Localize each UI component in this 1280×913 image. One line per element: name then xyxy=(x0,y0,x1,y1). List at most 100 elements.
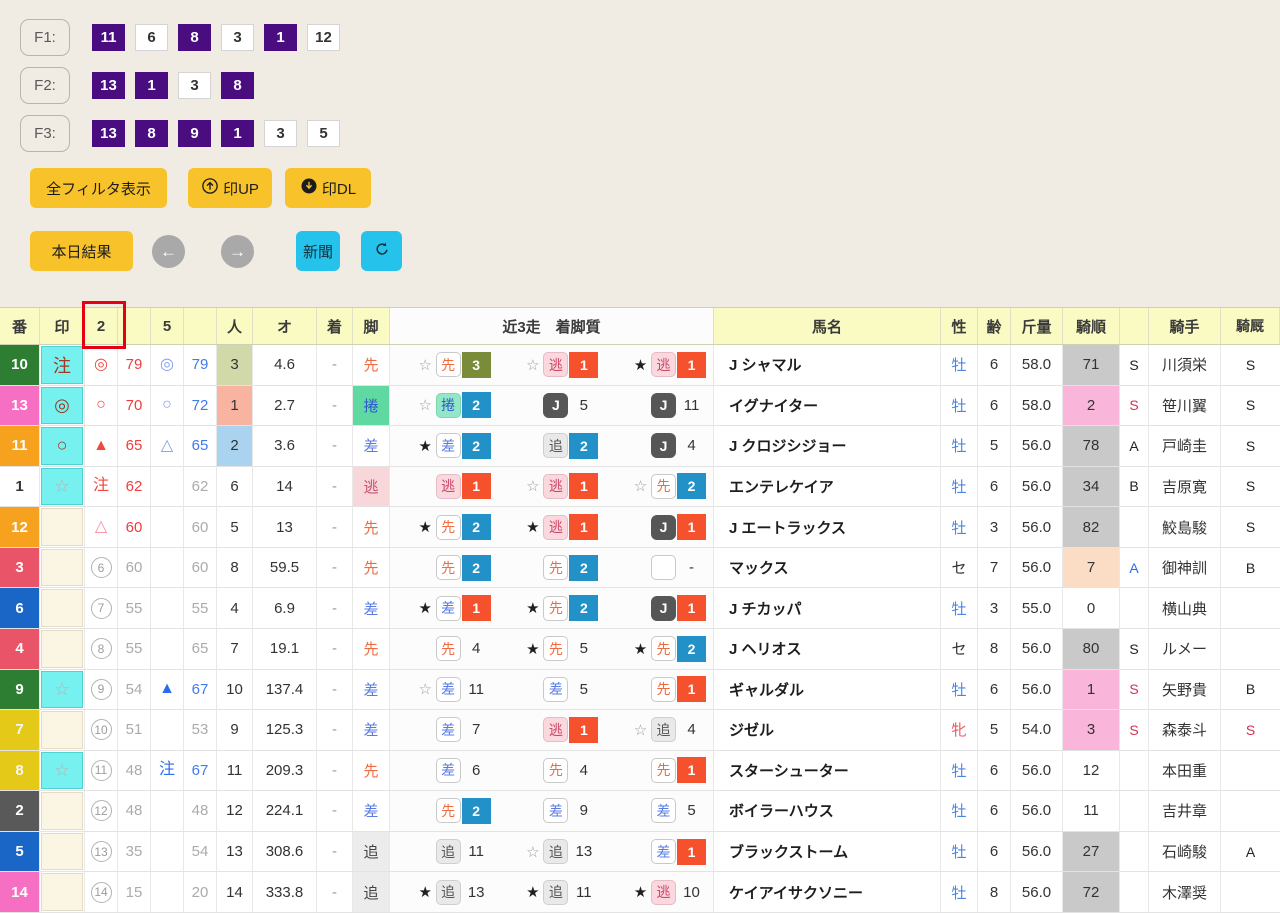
header-col-mark[interactable]: 印 xyxy=(40,308,85,344)
run-style-chip: 先 xyxy=(651,473,677,499)
filter-chip[interactable]: 8 xyxy=(135,120,168,147)
mark-value xyxy=(41,548,83,587)
filter-chip[interactable]: 13 xyxy=(92,72,125,99)
run-entry: ★ 逃 1 xyxy=(605,345,713,385)
run-style-chip: 先 xyxy=(543,757,569,783)
odds: 333.8 xyxy=(253,872,317,912)
mark-cell[interactable] xyxy=(40,628,85,669)
filter-chip[interactable]: 6 xyxy=(135,24,168,51)
show-all-filters-button[interactable]: 全フィルタ表示 xyxy=(30,168,167,208)
header-col-stable[interactable]: 騎厩 xyxy=(1221,308,1280,344)
filter-chip[interactable]: 1 xyxy=(221,120,254,147)
header-col-age[interactable]: 齢 xyxy=(978,308,1011,344)
mark-cell[interactable] xyxy=(40,588,85,628)
header-col-jockey-order[interactable]: 騎順 xyxy=(1063,308,1120,344)
mark-cell[interactable] xyxy=(40,547,85,588)
age: 6 xyxy=(978,831,1011,872)
mark-cell[interactable] xyxy=(40,791,85,831)
filter-chip[interactable]: 1 xyxy=(135,72,168,99)
run-style-chip: 逃 xyxy=(543,514,569,540)
filter-row-label[interactable]: F3: xyxy=(20,115,70,152)
filter-chip[interactable]: 9 xyxy=(178,120,211,147)
filter-chip[interactable]: 11 xyxy=(92,24,125,51)
filter-chip[interactable]: 1 xyxy=(264,24,297,51)
run-entry: J5 xyxy=(498,386,606,426)
mark-cell[interactable] xyxy=(40,710,85,750)
mark-cell[interactable] xyxy=(40,872,85,912)
header-col-jockey[interactable]: 騎手 xyxy=(1149,308,1221,344)
refresh-button[interactable] xyxy=(361,231,402,271)
mark-cell[interactable] xyxy=(40,507,85,547)
rating5-score: 67 xyxy=(184,750,217,791)
run-entry: J1 xyxy=(605,507,713,547)
run-style-chip: J xyxy=(651,595,677,621)
header-col-weight[interactable]: 斤量 xyxy=(1011,308,1063,344)
header-col-rating5-mark[interactable]: 5 xyxy=(151,308,184,344)
mark-value: ☆ xyxy=(41,751,83,790)
header-col-last3runs[interactable]: 近3走 着脚質 xyxy=(390,308,714,344)
stable-flag: S xyxy=(1245,356,1256,373)
filter-chip[interactable]: 3 xyxy=(221,24,254,51)
run-entry: ★ 先 5 xyxy=(498,629,606,669)
filter-row-label[interactable]: F2: xyxy=(20,67,70,104)
mark-cell[interactable]: ☆ xyxy=(40,669,85,710)
star-filled-icon: ★ xyxy=(633,884,648,902)
mark-value xyxy=(41,589,83,627)
run-finish: 4 xyxy=(687,437,696,455)
horse-number: 8 xyxy=(0,750,40,791)
table-row: 3 6 60 60 8 59.5- 先先 2 先 2- マックスセ 7 56.0 7 A 御神訓 B xyxy=(0,547,1280,589)
run-style-chip: 逃 xyxy=(435,473,461,499)
rating5-mark xyxy=(151,588,184,628)
header-col-horse-name[interactable]: 馬名 xyxy=(714,308,941,344)
prev-button[interactable]: ← xyxy=(152,235,185,268)
filter-chip[interactable]: 12 xyxy=(307,24,340,51)
jockey-order: 27 xyxy=(1063,831,1120,872)
star-outline-icon: ☆ xyxy=(526,843,540,861)
header-col-popularity[interactable]: 人 xyxy=(217,308,253,344)
header-col-number[interactable]: 番 xyxy=(0,308,40,344)
mark-upload-button[interactable]: 印UP xyxy=(188,168,272,208)
mark-download-button[interactable]: 印DL xyxy=(285,168,371,208)
run-style-chip: 差 xyxy=(543,676,569,702)
header-col-sex[interactable]: 性 xyxy=(941,308,978,344)
filter-chip[interactable]: 13 xyxy=(92,120,125,147)
refresh-icon xyxy=(373,240,391,262)
mark-cell[interactable]: ☆ xyxy=(40,466,85,507)
run-finish: 5 xyxy=(687,802,696,820)
today-results-button[interactable]: 本日結果 xyxy=(30,231,133,271)
mark-cell[interactable] xyxy=(40,831,85,872)
sex: 牡 xyxy=(941,466,978,507)
filter-chip[interactable]: 3 xyxy=(264,120,297,147)
mark-cell[interactable]: ○ xyxy=(40,426,85,466)
header-col-odds[interactable]: オ xyxy=(253,308,317,344)
next-button[interactable]: → xyxy=(221,235,254,268)
header-col-finish[interactable]: 着 xyxy=(317,308,353,344)
header-col-rating5-score[interactable] xyxy=(184,308,217,344)
run-finish: 13 xyxy=(575,843,593,861)
rank-mark: △ xyxy=(94,518,108,536)
left-arrow-icon: ← xyxy=(160,241,177,261)
filter-row-label[interactable]: F1: xyxy=(20,19,70,56)
mark-cell[interactable]: ☆ xyxy=(40,750,85,791)
header-col-legstyle[interactable]: 脚 xyxy=(353,308,390,344)
leg-style: 差 xyxy=(353,791,390,831)
filter-chip[interactable]: 5 xyxy=(307,120,340,147)
popularity: 12 xyxy=(217,791,253,831)
rating2-score: 54 xyxy=(118,669,151,710)
filter-chip[interactable]: 3 xyxy=(178,72,211,99)
finish: - xyxy=(317,831,353,872)
run-finish: 13 xyxy=(467,883,485,901)
star-filled-icon: ★ xyxy=(418,600,432,618)
filter-chip[interactable]: 8 xyxy=(178,24,211,51)
carried-weight: 56.0 xyxy=(1011,547,1063,588)
popularity: 10 xyxy=(217,669,253,710)
carried-weight: 56.0 xyxy=(1011,750,1063,791)
finish: - xyxy=(317,547,353,588)
newspaper-button[interactable]: 新聞 xyxy=(296,231,340,271)
mark-cell[interactable]: ◎ xyxy=(40,385,85,426)
header-col-sab[interactable] xyxy=(1120,308,1149,344)
filter-chip[interactable]: 8 xyxy=(221,72,254,99)
mark-cell[interactable]: 注 xyxy=(40,345,85,385)
run-style-chip: 差 xyxy=(543,798,569,824)
rating5-mark xyxy=(151,628,184,669)
